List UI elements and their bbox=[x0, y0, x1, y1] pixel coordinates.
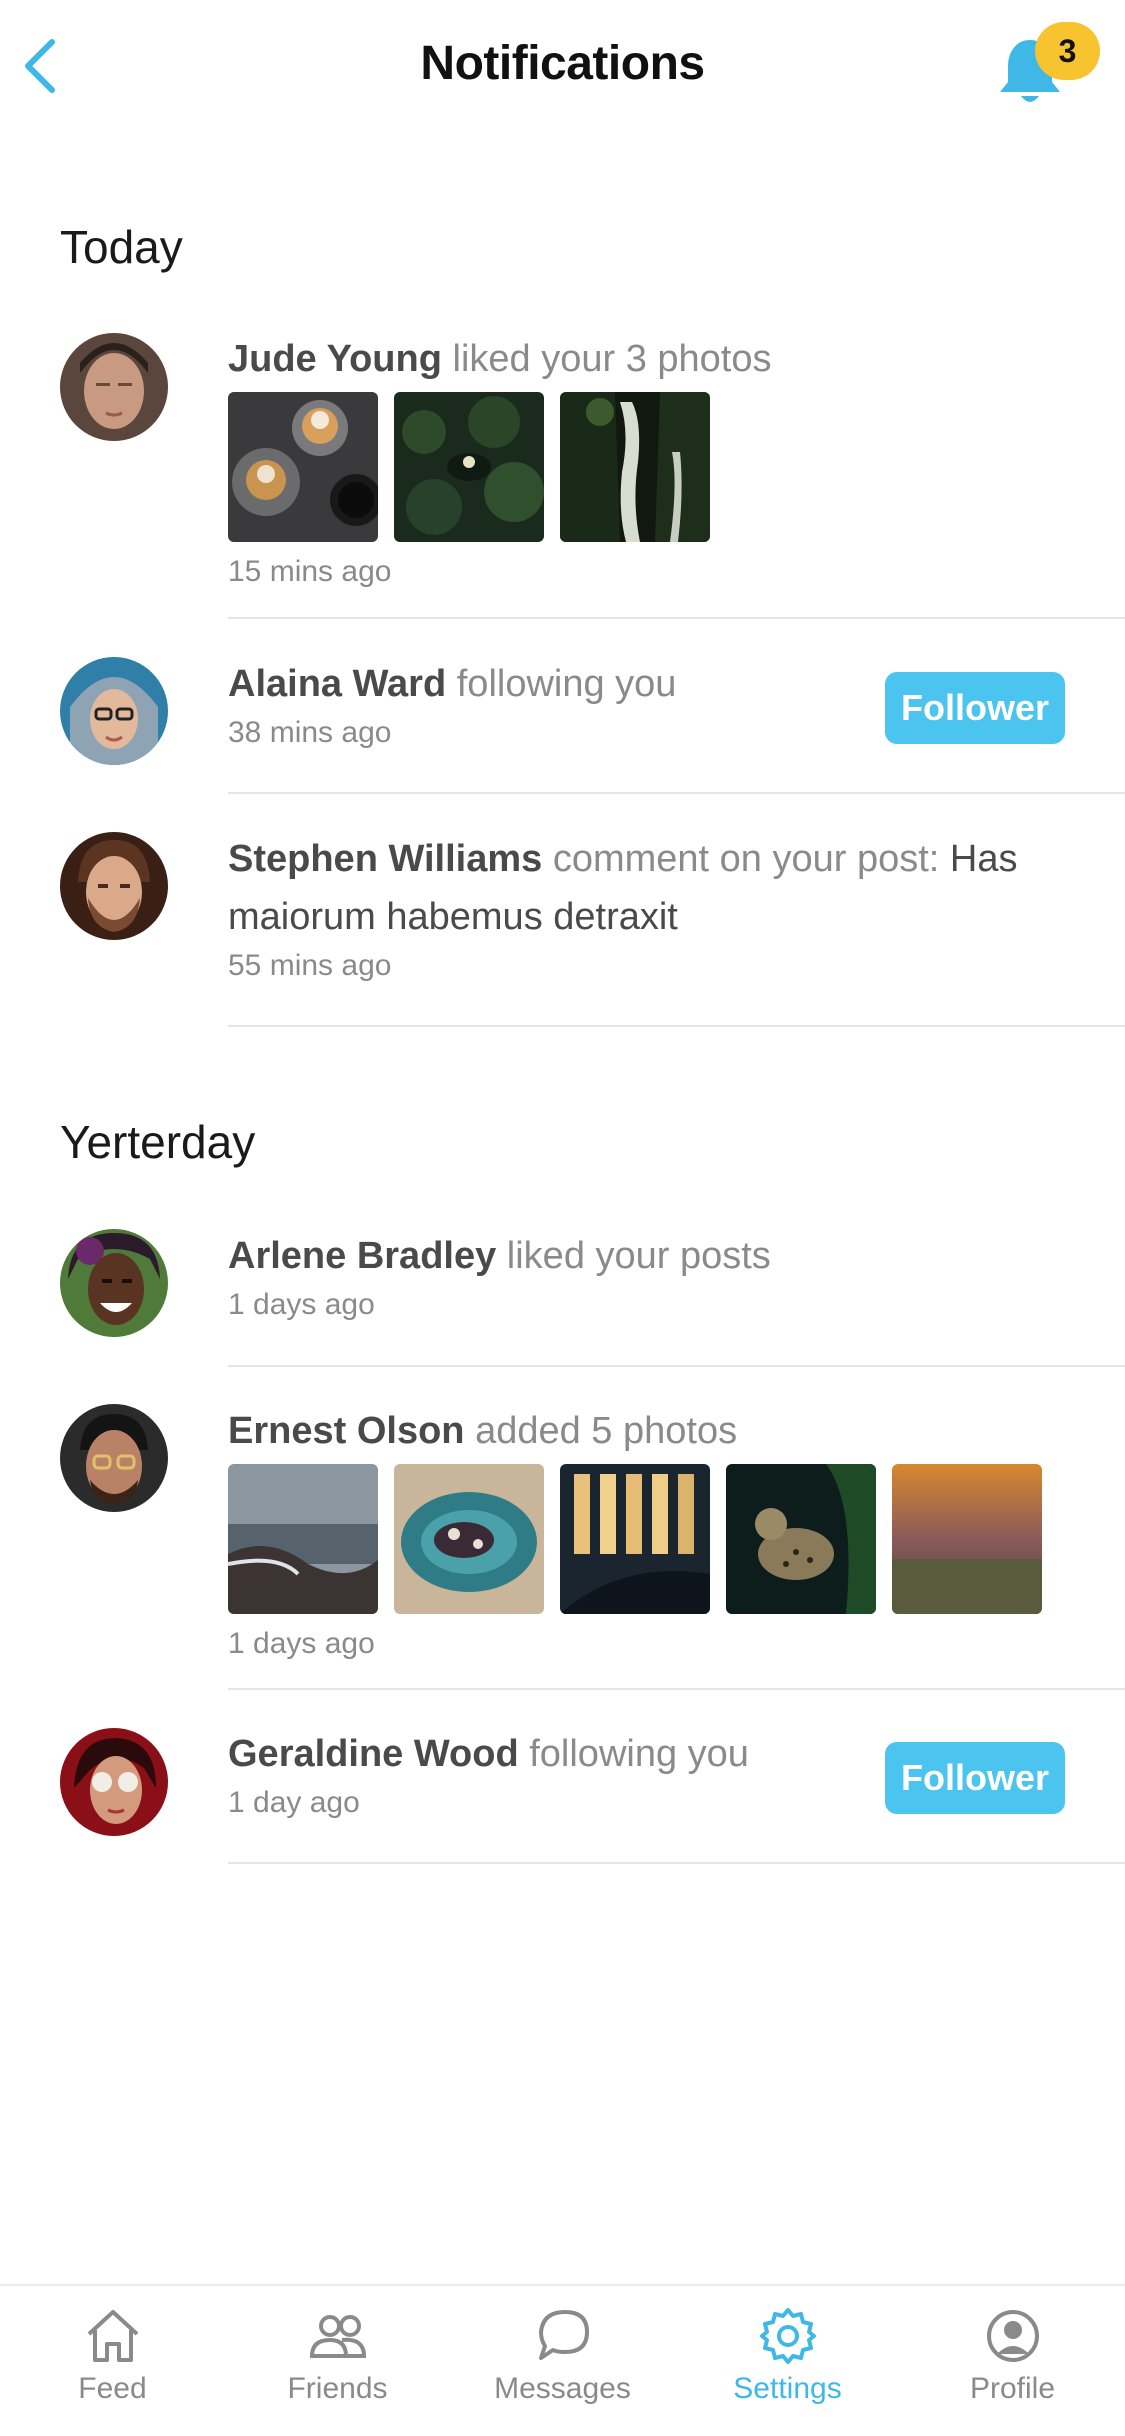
gear-icon bbox=[759, 2308, 816, 2364]
photo-thumbnail[interactable] bbox=[228, 1464, 378, 1614]
photo-thumbnail[interactable] bbox=[560, 392, 710, 542]
divider bbox=[228, 617, 1125, 619]
photo-thumbnail[interactable] bbox=[228, 392, 378, 542]
user-name[interactable]: Geraldine Wood bbox=[228, 1733, 519, 1775]
user-name[interactable]: Alaina Ward bbox=[228, 663, 446, 705]
timestamp: 1 days ago bbox=[228, 1288, 375, 1321]
tab-label: Messages bbox=[494, 2372, 631, 2405]
user-name[interactable]: Ernest Olson bbox=[228, 1410, 465, 1452]
tab-settings[interactable]: Settings bbox=[675, 2286, 900, 2436]
avatar[interactable] bbox=[60, 1404, 168, 1512]
tab-friends[interactable]: Friends bbox=[225, 2286, 450, 2436]
header: Notifications 3 bbox=[0, 0, 1125, 135]
section-title-yesterday: Yerterday bbox=[60, 1116, 256, 1168]
people-icon bbox=[309, 2315, 366, 2358]
user-name[interactable]: Stephen Williams bbox=[228, 838, 542, 880]
photo-thumbnail[interactable] bbox=[394, 1464, 544, 1614]
chat-bubble-icon bbox=[538, 2310, 589, 2360]
tab-label: Settings bbox=[733, 2372, 842, 2405]
divider bbox=[228, 1862, 1125, 1864]
home-icon bbox=[87, 2310, 138, 2362]
timestamp: 15 mins ago bbox=[228, 555, 392, 588]
notification-action: following you bbox=[456, 663, 677, 705]
avatar[interactable] bbox=[60, 1229, 168, 1337]
divider bbox=[228, 792, 1125, 794]
avatar[interactable] bbox=[60, 657, 168, 765]
page-title: Notifications bbox=[420, 37, 705, 90]
timestamp: 38 mins ago bbox=[228, 716, 392, 749]
divider bbox=[228, 1025, 1125, 1027]
tab-label: Friends bbox=[287, 2372, 388, 2405]
notification-action: comment on your post: bbox=[552, 838, 940, 880]
divider bbox=[228, 1688, 1125, 1690]
section-title-today: Today bbox=[60, 221, 183, 273]
avatar[interactable] bbox=[60, 1728, 168, 1836]
photo-thumbnail[interactable] bbox=[726, 1464, 876, 1614]
user-name[interactable]: Arlene Bradley bbox=[228, 1235, 496, 1277]
notification-action: liked your posts bbox=[506, 1235, 771, 1277]
photo-thumbnail[interactable] bbox=[560, 1464, 710, 1614]
tab-profile[interactable]: Profile bbox=[900, 2286, 1125, 2436]
photo-thumbnail[interactable] bbox=[394, 392, 544, 542]
user-circle-icon bbox=[986, 2310, 1039, 2362]
divider bbox=[228, 1365, 1125, 1367]
tab-feed[interactable]: Feed bbox=[0, 2286, 225, 2436]
timestamp: 1 days ago bbox=[228, 1627, 375, 1660]
notification-action: added 5 photos bbox=[475, 1410, 738, 1452]
avatar[interactable] bbox=[60, 832, 168, 940]
notification-action: liked your 3 photos bbox=[452, 338, 772, 380]
tab-messages[interactable]: Messages bbox=[450, 2286, 675, 2436]
follower-button[interactable]: Follower bbox=[885, 672, 1065, 744]
avatar[interactable] bbox=[60, 333, 168, 441]
notifications-bell-button[interactable]: 3 bbox=[990, 22, 1100, 112]
timestamp: 1 day ago bbox=[228, 1786, 360, 1819]
photo-thumbnails bbox=[228, 392, 1095, 542]
photo-thumbnail[interactable] bbox=[892, 1464, 1042, 1614]
user-name[interactable]: Jude Young bbox=[228, 338, 442, 380]
notification-count-badge: 3 bbox=[1035, 22, 1100, 80]
notification-action: following you bbox=[529, 1733, 749, 1775]
follower-button[interactable]: Follower bbox=[885, 1742, 1065, 1814]
photo-thumbnails bbox=[228, 1464, 1095, 1614]
tab-label: Feed bbox=[78, 2372, 147, 2405]
tab-label: Profile bbox=[969, 2372, 1056, 2405]
timestamp: 55 mins ago bbox=[228, 949, 392, 982]
bottom-tab-bar: Feed Friends Messages Settings Profile bbox=[0, 2284, 1125, 2436]
